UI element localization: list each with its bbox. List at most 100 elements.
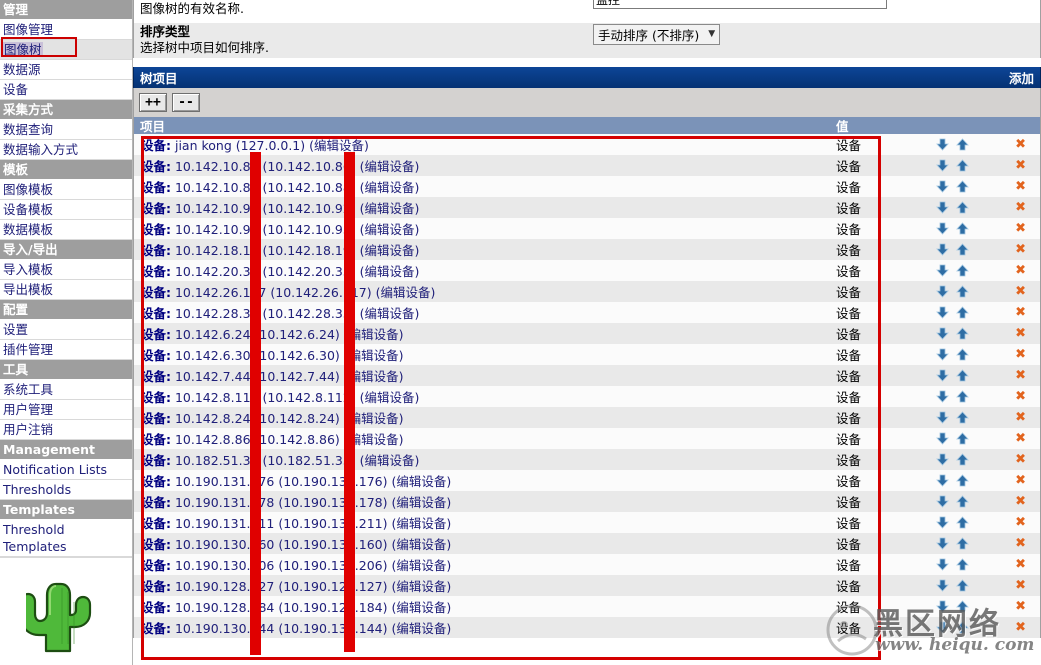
delete-icon[interactable]: ✖	[1015, 411, 1026, 424]
tree-item-label[interactable]: 设备: 10.142.6.24 (10.142.6.24) (编辑设备)	[134, 324, 836, 343]
move-up-icon[interactable]	[956, 137, 970, 151]
delete-icon[interactable]: ✖	[1015, 306, 1026, 319]
delete-icon[interactable]: ✖	[1015, 285, 1026, 298]
move-up-icon[interactable]	[956, 473, 970, 487]
move-down-icon[interactable]	[936, 474, 950, 487]
tree-item-label[interactable]: 设备: 10.142.6.30 (10.142.6.30) (编辑设备)	[134, 345, 836, 364]
delete-icon[interactable]: ✖	[1015, 327, 1026, 340]
tree-item-label[interactable]: 设备: 10.142.10.92 (10.142.10.92) (编辑设备)	[134, 198, 836, 217]
delete-icon[interactable]: ✖	[1015, 495, 1026, 508]
move-down-icon[interactable]	[936, 432, 950, 445]
delete-icon[interactable]: ✖	[1015, 453, 1026, 466]
move-up-icon[interactable]	[956, 431, 970, 445]
sidebar-item-6[interactable]: 数据查询	[0, 120, 132, 140]
delete-icon[interactable]: ✖	[1015, 558, 1026, 571]
tree-item-label[interactable]: 设备: 10.190.128.184 (10.190.128.184) (编辑设…	[134, 597, 836, 616]
move-down-icon[interactable]	[936, 285, 950, 298]
collapse-all-button[interactable]: --	[172, 92, 200, 112]
move-up-icon[interactable]	[956, 200, 970, 214]
delete-icon[interactable]: ✖	[1015, 180, 1026, 193]
delete-icon[interactable]: ✖	[1015, 348, 1026, 361]
move-up-icon[interactable]	[956, 326, 970, 340]
tree-item-label[interactable]: 设备: 10.190.131.176 (10.190.131.176) (编辑设…	[134, 471, 836, 490]
sidebar-item-26[interactable]: Threshold Templates	[0, 520, 132, 557]
tree-item-label[interactable]: 设备: 10.182.51.33 (10.182.51.33) (编辑设备)	[134, 450, 836, 469]
sidebar-item-17[interactable]: 插件管理	[0, 340, 132, 360]
move-down-icon[interactable]	[936, 201, 950, 214]
sort-type-select[interactable]: 手动排序 (不排序) ▼	[593, 23, 721, 45]
move-down-icon[interactable]	[936, 579, 950, 592]
delete-icon[interactable]: ✖	[1015, 222, 1026, 235]
move-up-icon[interactable]	[956, 557, 970, 571]
add-tree-item-button[interactable]: 添加	[1009, 68, 1034, 87]
move-down-icon[interactable]	[936, 411, 950, 424]
move-down-icon[interactable]	[936, 558, 950, 571]
sidebar-item-2[interactable]: 图像树	[0, 40, 132, 60]
sidebar-item-9[interactable]: 图像模板	[0, 180, 132, 200]
tree-item-label[interactable]: 设备: 10.142.7.44 (10.142.7.44) (编辑设备)	[134, 366, 836, 385]
move-down-icon[interactable]	[936, 390, 950, 403]
move-down-icon[interactable]	[936, 180, 950, 193]
sidebar-item-13[interactable]: 导入模板	[0, 260, 132, 280]
move-up-icon[interactable]	[956, 452, 970, 466]
tree-item-label[interactable]: 设备: 10.142.8.86 (10.142.8.86) (编辑设备)	[134, 429, 836, 448]
move-up-icon[interactable]	[956, 389, 970, 403]
move-up-icon[interactable]	[956, 536, 970, 550]
tree-item-label[interactable]: 设备: 10.190.130.160 (10.190.130.160) (编辑设…	[134, 534, 836, 553]
tree-item-label[interactable]: 设备: 10.142.10.86 (10.142.10.86) (编辑设备)	[134, 156, 836, 175]
move-down-icon[interactable]	[936, 222, 950, 235]
tree-item-label[interactable]: 设备: 10.142.26.117 (10.142.26.117) (编辑设备)	[134, 282, 836, 301]
delete-icon[interactable]: ✖	[1015, 264, 1026, 277]
delete-icon[interactable]: ✖	[1015, 201, 1026, 214]
move-up-icon[interactable]	[956, 158, 970, 172]
move-down-icon[interactable]	[936, 348, 950, 361]
move-up-icon[interactable]	[956, 284, 970, 298]
tree-item-label[interactable]: 设备: 10.190.128.127 (10.190.128.127) (编辑设…	[134, 576, 836, 595]
sidebar-item-1[interactable]: 图像管理	[0, 20, 132, 40]
sidebar-item-21[interactable]: 用户注销	[0, 420, 132, 440]
sidebar-item-20[interactable]: 用户管理	[0, 400, 132, 420]
delete-icon[interactable]: ✖	[1015, 138, 1026, 151]
expand-all-button[interactable]: ++	[139, 92, 167, 112]
delete-icon[interactable]: ✖	[1015, 432, 1026, 445]
move-down-icon[interactable]	[936, 159, 950, 172]
move-up-icon[interactable]	[956, 221, 970, 235]
move-up-icon[interactable]	[956, 410, 970, 424]
delete-icon[interactable]: ✖	[1015, 159, 1026, 172]
sidebar-item-19[interactable]: 系统工具	[0, 380, 132, 400]
delete-icon[interactable]: ✖	[1015, 600, 1026, 613]
tree-item-label[interactable]: 设备: 10.142.20.33 (10.142.20.33) (编辑设备)	[134, 261, 836, 280]
move-up-icon[interactable]	[956, 578, 970, 592]
move-up-icon[interactable]	[956, 599, 970, 613]
move-up-icon[interactable]	[956, 179, 970, 193]
delete-icon[interactable]: ✖	[1015, 537, 1026, 550]
move-up-icon[interactable]	[956, 620, 970, 634]
move-up-icon[interactable]	[956, 515, 970, 529]
move-down-icon[interactable]	[936, 138, 950, 151]
sidebar-item-23[interactable]: Notification Lists	[0, 460, 132, 480]
move-up-icon[interactable]	[956, 263, 970, 277]
delete-icon[interactable]: ✖	[1015, 390, 1026, 403]
sidebar-item-10[interactable]: 设备模板	[0, 200, 132, 220]
move-down-icon[interactable]	[936, 495, 950, 508]
tree-item-label[interactable]: 设备: 10.142.8.24 (10.142.8.24) (编辑设备)	[134, 408, 836, 427]
move-down-icon[interactable]	[936, 243, 950, 256]
move-down-icon[interactable]	[936, 621, 950, 634]
tree-item-label[interactable]: 设备: 10.142.18.19 (10.142.18.19) (编辑设备)	[134, 240, 836, 259]
tree-item-label[interactable]: 设备: 10.190.130.206 (10.190.130.206) (编辑设…	[134, 555, 836, 574]
sidebar-item-7[interactable]: 数据输入方式	[0, 140, 132, 160]
move-down-icon[interactable]	[936, 327, 950, 340]
sidebar-item-24[interactable]: Thresholds	[0, 480, 132, 500]
move-up-icon[interactable]	[956, 305, 970, 319]
move-up-icon[interactable]	[956, 242, 970, 256]
tree-item-label[interactable]: 设备: 10.190.131.178 (10.190.131.178) (编辑设…	[134, 492, 836, 511]
move-down-icon[interactable]	[936, 537, 950, 550]
delete-icon[interactable]: ✖	[1015, 243, 1026, 256]
move-up-icon[interactable]	[956, 494, 970, 508]
delete-icon[interactable]: ✖	[1015, 369, 1026, 382]
move-down-icon[interactable]	[936, 453, 950, 466]
move-down-icon[interactable]	[936, 369, 950, 382]
sidebar-item-4[interactable]: 设备	[0, 80, 132, 100]
tree-item-label[interactable]: 设备: 10.142.8.112 (10.142.8.112) (编辑设备)	[134, 387, 836, 406]
tree-item-label[interactable]: 设备: 10.142.10.93 (10.142.10.93) (编辑设备)	[134, 219, 836, 238]
